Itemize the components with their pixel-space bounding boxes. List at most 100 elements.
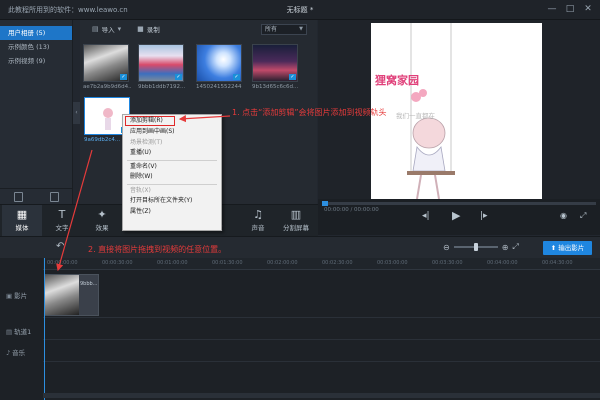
chevron-down-icon: ▼ <box>299 25 303 32</box>
media-thumbnail[interactable]: ✓ <box>83 44 129 82</box>
next-frame-icon[interactable]: |▸ <box>480 211 488 221</box>
seek-knob[interactable] <box>322 201 328 206</box>
menu-item-open-folder[interactable]: 打开目标所在文件夹(Y) <box>123 196 221 207</box>
preview-illustration <box>407 23 455 200</box>
music-track[interactable] <box>43 340 600 362</box>
minimize-button[interactable]: — <box>546 3 558 15</box>
media-filter-select[interactable]: 所有 ▼ <box>261 23 307 35</box>
tab-effects[interactable]: ✦ 效果 <box>82 205 122 237</box>
added-check-icon: ✓ <box>175 74 182 80</box>
thumbnail-label: 9b13d65c6c6d... <box>252 84 299 90</box>
overlay-track[interactable] <box>43 318 600 340</box>
record-button[interactable]: ■ 录制 <box>137 24 160 34</box>
filter-value: 所有 <box>265 25 278 33</box>
import-icon: ▤ <box>92 25 99 33</box>
zoom-slider-handle[interactable] <box>473 243 478 251</box>
export-movie-button[interactable]: ⬆ 输出影片 <box>543 241 592 255</box>
playhead[interactable] <box>44 258 45 400</box>
preview-subtitle-text: 我们一直都在 <box>396 112 435 120</box>
video-track[interactable] <box>43 270 600 318</box>
preview-title-text: 狸窝家园 <box>375 74 419 87</box>
zoom-slider[interactable] <box>453 243 498 251</box>
track-name: 轨道1 <box>14 328 32 336</box>
snapshot-icon[interactable]: ◉ <box>560 211 567 220</box>
tab-label: 分割屏幕 <box>283 224 309 232</box>
menu-item-scene-detect: 场景检测(T) <box>130 138 163 146</box>
clip-label: 9bbb... <box>80 281 98 287</box>
sidebar-item-sample-videos[interactable]: 示例视频 (9) <box>0 54 72 68</box>
ruler-tick: 00:04:00:00 <box>487 260 518 266</box>
chevron-down-icon: ▾ <box>117 25 122 33</box>
record-icon: ■ <box>137 25 144 33</box>
undo-icon[interactable]: ↶ <box>56 241 64 252</box>
ruler-tick: 00:01:30:00 <box>212 260 243 266</box>
ruler-tick: 00:00:30:00 <box>102 260 133 266</box>
menu-item-delete[interactable]: 删除(W) <box>123 172 221 183</box>
annotation-step1: 1. 点击“添加剪辑”会将图片添加到视频轨头 <box>232 108 387 117</box>
play-icon[interactable]: ▶ <box>452 209 460 222</box>
ruler-tick: 00:03:30:00 <box>432 260 463 266</box>
new-folder-icon[interactable] <box>13 191 23 202</box>
timeline-scrollbar[interactable] <box>43 393 600 398</box>
text-icon: T <box>58 208 66 221</box>
preview-timecode: 00:00:00 / 00:00:00 <box>324 207 379 213</box>
collapse-sidebar-handle[interactable]: ‹ <box>73 102 80 124</box>
tab-media[interactable]: ▦ 媒体 <box>2 205 42 237</box>
ruler-tick: 00:00:00:00 <box>47 260 78 266</box>
annotation-step2: 2. 直接将图片拖拽到视频的任意位置。 <box>88 245 227 254</box>
previous-frame-icon[interactable]: ◂| <box>422 211 430 221</box>
zoom-in-icon[interactable]: ⊕ <box>502 243 509 252</box>
music-icon: ♪ <box>6 349 11 357</box>
menu-separator <box>127 183 217 185</box>
fullscreen-icon[interactable]: ⤢ <box>580 211 586 221</box>
delete-folder-icon[interactable] <box>50 191 60 202</box>
audio-icon: ♫ <box>253 208 263 221</box>
zoom-control: ⊖ ⊕ ⤢ <box>443 242 519 252</box>
track-label-video: ▣ 影片 <box>0 290 43 300</box>
record-label: 录制 <box>146 26 160 34</box>
fit-timeline-icon[interactable]: ⤢ <box>512 242 518 252</box>
zoom-out-icon[interactable]: ⊖ <box>443 243 450 252</box>
added-check-icon: ✓ <box>289 74 296 80</box>
menu-item-properties[interactable]: 属性(Z) <box>123 207 221 218</box>
playback-bar: 00:00:00 / 00:00:00 ◂| ▶ |▸ ◉ ⤢ <box>318 199 600 235</box>
media-sidebar: 用户相册 (5) 示例颜色 (13) 示例视频 (9) <box>0 20 73 204</box>
effects-icon: ✦ <box>97 208 107 221</box>
timeline-clip[interactable]: 9bbb... <box>44 274 99 316</box>
close-button[interactable]: ✕ <box>582 3 594 15</box>
sidebar-item-user-album[interactable]: 用户相册 (5) <box>0 26 72 40</box>
sidebar-item-sample-colors[interactable]: 示例颜色 (13) <box>0 40 72 54</box>
ruler-tick: 00:02:30:00 <box>322 260 353 266</box>
media-thumbnail[interactable]: ✓ <box>138 44 184 82</box>
menu-item-add-clip[interactable]: 添加剪辑(R) <box>125 116 175 126</box>
media-icon: ▦ <box>16 208 28 221</box>
menu-item-apply-pip[interactable]: 应用到画中画(S) <box>123 127 221 138</box>
tab-split-screen[interactable]: ▥ 分割屏幕 <box>276 205 316 237</box>
media-thumbnail[interactable]: ✓ <box>196 44 242 82</box>
preview-canvas <box>371 23 542 219</box>
import-label: 导入 <box>101 26 115 34</box>
track-label-overlay: ▤ 轨道1 <box>0 326 43 336</box>
seek-bar[interactable] <box>322 201 596 206</box>
tab-label: 效果 <box>95 224 109 232</box>
tab-audio[interactable]: ♫ 声音 <box>238 205 278 237</box>
film-icon: ▣ <box>6 292 13 300</box>
thumbnail-label: ae7b2a9b9d6d4... <box>83 84 131 90</box>
thumbnail-figure-body <box>105 118 111 130</box>
menu-item-audio-track: 音轨(X) <box>130 186 151 194</box>
maximize-button[interactable]: □ <box>564 3 576 15</box>
menu-item-rename[interactable]: 重命名(V) <box>123 162 221 173</box>
menu-separator <box>127 159 217 161</box>
track-name: 影片 <box>14 292 28 300</box>
window-controls: — □ ✕ <box>546 3 594 15</box>
menu-item-replay[interactable]: 重播(U) <box>123 148 221 159</box>
context-menu: 添加剪辑(R) 应用到画中画(S) 场景检测(T) 重播(U) 重命名(V) 删… <box>122 114 222 231</box>
media-thumbnail[interactable]: ✓ <box>252 44 298 82</box>
track-name: 音乐 <box>12 349 26 357</box>
ruler-tick: 00:03:00:00 <box>377 260 408 266</box>
tab-text[interactable]: T 文字 <box>42 205 82 237</box>
import-button[interactable]: ▤ 导入 ▾ <box>92 24 121 34</box>
timeline-ruler[interactable]: 00:00:00:00 00:00:30:00 00:01:00:00 00:0… <box>43 258 600 270</box>
library-toolbar: ▤ 导入 ▾ ■ 录制 所有 ▼ <box>80 20 317 38</box>
tab-label: 媒体 <box>15 224 29 232</box>
